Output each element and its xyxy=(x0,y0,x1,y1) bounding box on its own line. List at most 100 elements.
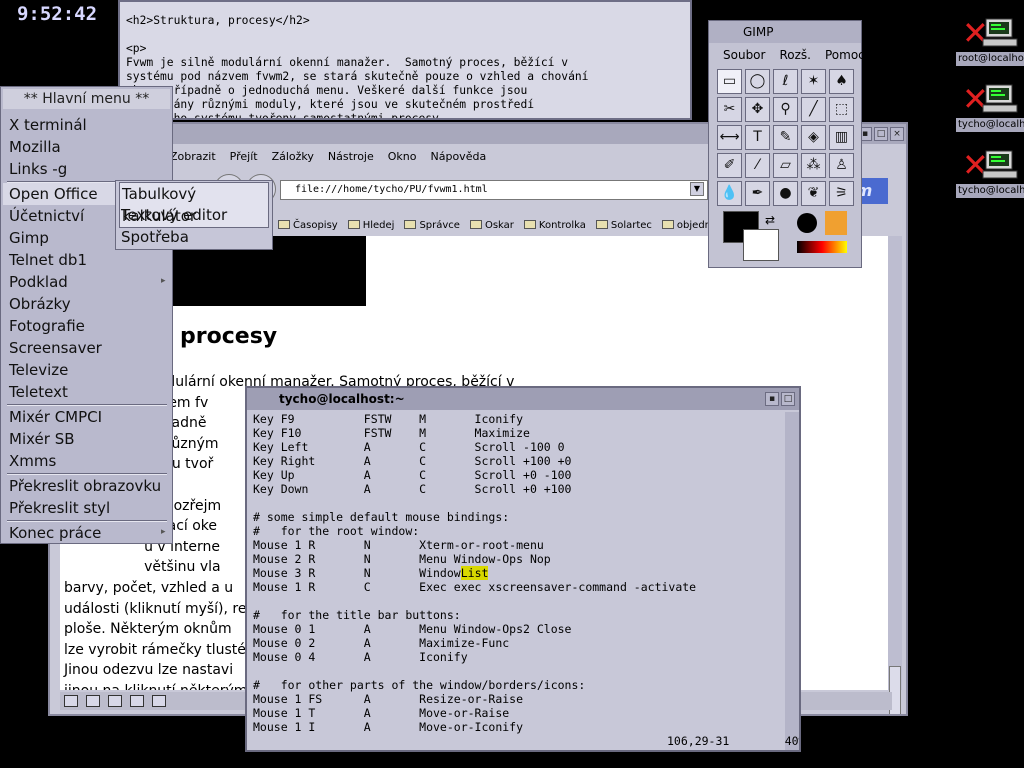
menu-item-okno[interactable]: Okno xyxy=(388,150,417,163)
gimp-tool-icon[interactable]: ╱ xyxy=(801,97,826,122)
bookmark-item[interactable]: Solartec xyxy=(595,220,652,231)
gimp-tool-icon[interactable]: ▭ xyxy=(717,69,742,94)
gradient-icon[interactable] xyxy=(797,241,847,253)
url-input[interactable]: file:///home/tycho/PU/fvwm1.html xyxy=(280,180,708,200)
close-icon[interactable]: × xyxy=(890,127,904,141)
url-dropdown-icon[interactable]: ▼ xyxy=(690,182,704,196)
submenu-item[interactable]: Textový editor xyxy=(119,204,271,226)
gimp-tool-icon[interactable]: ✥ xyxy=(745,97,770,122)
gimp-tool-icon[interactable]: ◈ xyxy=(801,125,826,150)
open-office-submenu[interactable]: Tabulkový kalkulátor Textový editor Spotře… xyxy=(115,180,273,250)
desktop-terminal-icon[interactable]: ✕root@localhost xyxy=(956,14,1024,70)
chat-icon[interactable] xyxy=(108,695,122,707)
address-book-icon[interactable] xyxy=(152,695,166,707)
gimp-tool-icon[interactable]: ✒ xyxy=(745,181,770,206)
bookmark-item[interactable]: Časopisy xyxy=(278,220,338,231)
gimp-tool-icon[interactable]: ✎ xyxy=(773,125,798,150)
gimp-tool-icon[interactable]: ⬚ xyxy=(829,97,854,122)
menu-item[interactable]: Mixér SB xyxy=(9,428,169,450)
folder-icon xyxy=(278,220,290,229)
gimp-tool-icon[interactable]: ✶ xyxy=(801,69,826,94)
gimp-tool-icon[interactable]: ⚞ xyxy=(829,181,854,206)
menu-item[interactable]: Překreslit obrazovku xyxy=(9,475,169,497)
gimp-tool-icon[interactable]: 💧 xyxy=(717,181,742,206)
desktop-terminal-icon[interactable]: ✕tycho@localhost xyxy=(956,80,1024,136)
desktop-icon-label: root@localhost xyxy=(956,52,1024,66)
bookmark-item[interactable]: Hledej xyxy=(347,220,394,231)
bookmark-item[interactable]: Správce xyxy=(404,220,460,231)
menu-item[interactable]: Mozilla xyxy=(9,136,169,158)
mail-icon[interactable] xyxy=(86,695,100,707)
desktop-terminal-icon[interactable]: ✕tycho@localhost xyxy=(956,146,1024,202)
gimp-tool-icon[interactable]: ⟷ xyxy=(717,125,742,150)
pattern-icon[interactable] xyxy=(825,211,847,235)
menu-item-přejít[interactable]: Přejít xyxy=(230,150,258,163)
gimp-tool-icon[interactable]: T xyxy=(745,125,770,150)
menu-item[interactable]: Překreslit styl xyxy=(9,497,169,519)
clock: 9:52:42 xyxy=(16,3,98,25)
minimize-icon[interactable]: ▪ xyxy=(765,392,779,406)
editor-text[interactable]: <h2>Struktura, procesy</h2> <p> Fvwm je … xyxy=(126,14,589,118)
gimp-toolbox[interactable]: GIMP Soubor Rozš. Pomoc ▭ ◯ ℓ ✶ ♠ ✂ ✥ ⚲ ╱ ⬚ ⟷ T ✎ ◈ ▥ ✐ ⁄ ▱… xyxy=(708,20,865,268)
terminal-text[interactable]: Key F9 FSTW M Iconify Key F10 FSTW M Maxi… xyxy=(253,412,785,734)
menu-item[interactable]: Televize xyxy=(9,359,169,381)
gimp-tool-icon[interactable]: ♙ xyxy=(829,153,854,178)
gimp-tool-icon[interactable]: ⁄ xyxy=(745,153,770,178)
gimp-tool-icon[interactable]: ✂ xyxy=(717,97,742,122)
menu-item[interactable]: Teletext xyxy=(9,381,169,403)
gimp-tool-icon[interactable]: ▱ xyxy=(773,153,798,178)
gimp-menu-item[interactable]: Rozš. xyxy=(779,48,811,62)
menu-item[interactable]: Telnet db1 xyxy=(9,249,169,271)
menu-item[interactable]: Konec práce xyxy=(9,522,169,544)
bookmark-item[interactable]: Kontrolka xyxy=(523,220,586,231)
menu-item[interactable]: Fotografie xyxy=(9,315,169,337)
gimp-tool-icon[interactable]: ◯ xyxy=(745,69,770,94)
menu-item[interactable]: Screensaver xyxy=(9,337,169,359)
navigator-icon[interactable] xyxy=(64,695,78,707)
menu-item-nápověda[interactable]: Nápověda xyxy=(431,150,487,163)
menu-item[interactable]: Links -g xyxy=(9,158,169,180)
terminal-line: # for the title bar buttons: xyxy=(253,608,461,622)
desktop-icon-label: tycho@localhost xyxy=(956,118,1024,132)
gimp-tool-icon[interactable]: ❦ xyxy=(801,181,826,206)
page-text-line: barvy, počet, vzhled a u xyxy=(64,580,234,596)
maximize-icon[interactable]: □ xyxy=(781,392,795,406)
gimp-tool-icon[interactable]: ● xyxy=(773,181,798,206)
bookmarks-bar: Časopisy Hledej Správce Oskar Kontrolka Solar… xyxy=(278,216,755,234)
gimp-tool-icon[interactable]: ♠ xyxy=(829,69,854,94)
gimp-tool-icon[interactable]: ▥ xyxy=(829,125,854,150)
bookmark-item[interactable]: Oskar xyxy=(469,220,514,231)
composer-icon[interactable] xyxy=(130,695,144,707)
editor-window[interactable]: <h2>Struktura, procesy</h2> <p> Fvwm je … xyxy=(118,0,692,120)
menu-item[interactable]: Mixér CMPCI xyxy=(9,406,169,428)
gimp-tool-icon[interactable]: ℓ xyxy=(773,69,798,94)
gimp-tool-icon[interactable]: ⁂ xyxy=(801,153,826,178)
gimp-menu-item[interactable]: Pomoc xyxy=(825,48,865,62)
terminal-line: Key Up A C Scroll +0 -100 xyxy=(253,468,572,482)
menu-item[interactable]: Xmms xyxy=(9,450,169,472)
terminal-titlebar[interactable]: tycho@localhost:~ xyxy=(247,388,799,410)
gimp-tool-icon[interactable]: ✐ xyxy=(717,153,742,178)
gimp-titlebar[interactable]: GIMP xyxy=(709,21,861,43)
terminal-window[interactable]: tycho@localhost:~ ▪ □ Key F9 FSTW M Icon… xyxy=(245,386,801,752)
menu-item-zobrazit[interactable]: Zobrazit xyxy=(170,150,216,163)
terminal-line: Key F10 FSTW M Maximize xyxy=(253,426,530,440)
menu-item[interactable]: Obrázky xyxy=(9,293,169,315)
page-text-line: jinou na kliknutí některým xyxy=(64,683,247,690)
menu-item[interactable]: X terminál xyxy=(9,114,169,136)
menu-item-nástroje[interactable]: Nástroje xyxy=(328,150,374,163)
gimp-tool-icon[interactable]: ⚲ xyxy=(773,97,798,122)
main-menu[interactable]: ** Hlavní menu ** X terminál Mozilla Links… xyxy=(0,86,173,544)
background-color-swatch[interactable] xyxy=(743,229,779,261)
maximize-icon[interactable]: □ xyxy=(874,127,888,141)
menu-item[interactable]: Podklad xyxy=(9,271,169,293)
brush-icon[interactable] xyxy=(797,213,817,233)
submenu-item[interactable]: Spotřeba xyxy=(119,226,271,248)
swap-colors-icon[interactable]: ⇄ xyxy=(765,213,775,227)
browser-scrollbar[interactable] xyxy=(888,236,902,714)
terminal-scrollbar[interactable] xyxy=(785,412,799,750)
menu-item-záložky[interactable]: Záložky xyxy=(272,150,314,163)
gimp-menu-item[interactable]: Soubor xyxy=(723,48,765,62)
